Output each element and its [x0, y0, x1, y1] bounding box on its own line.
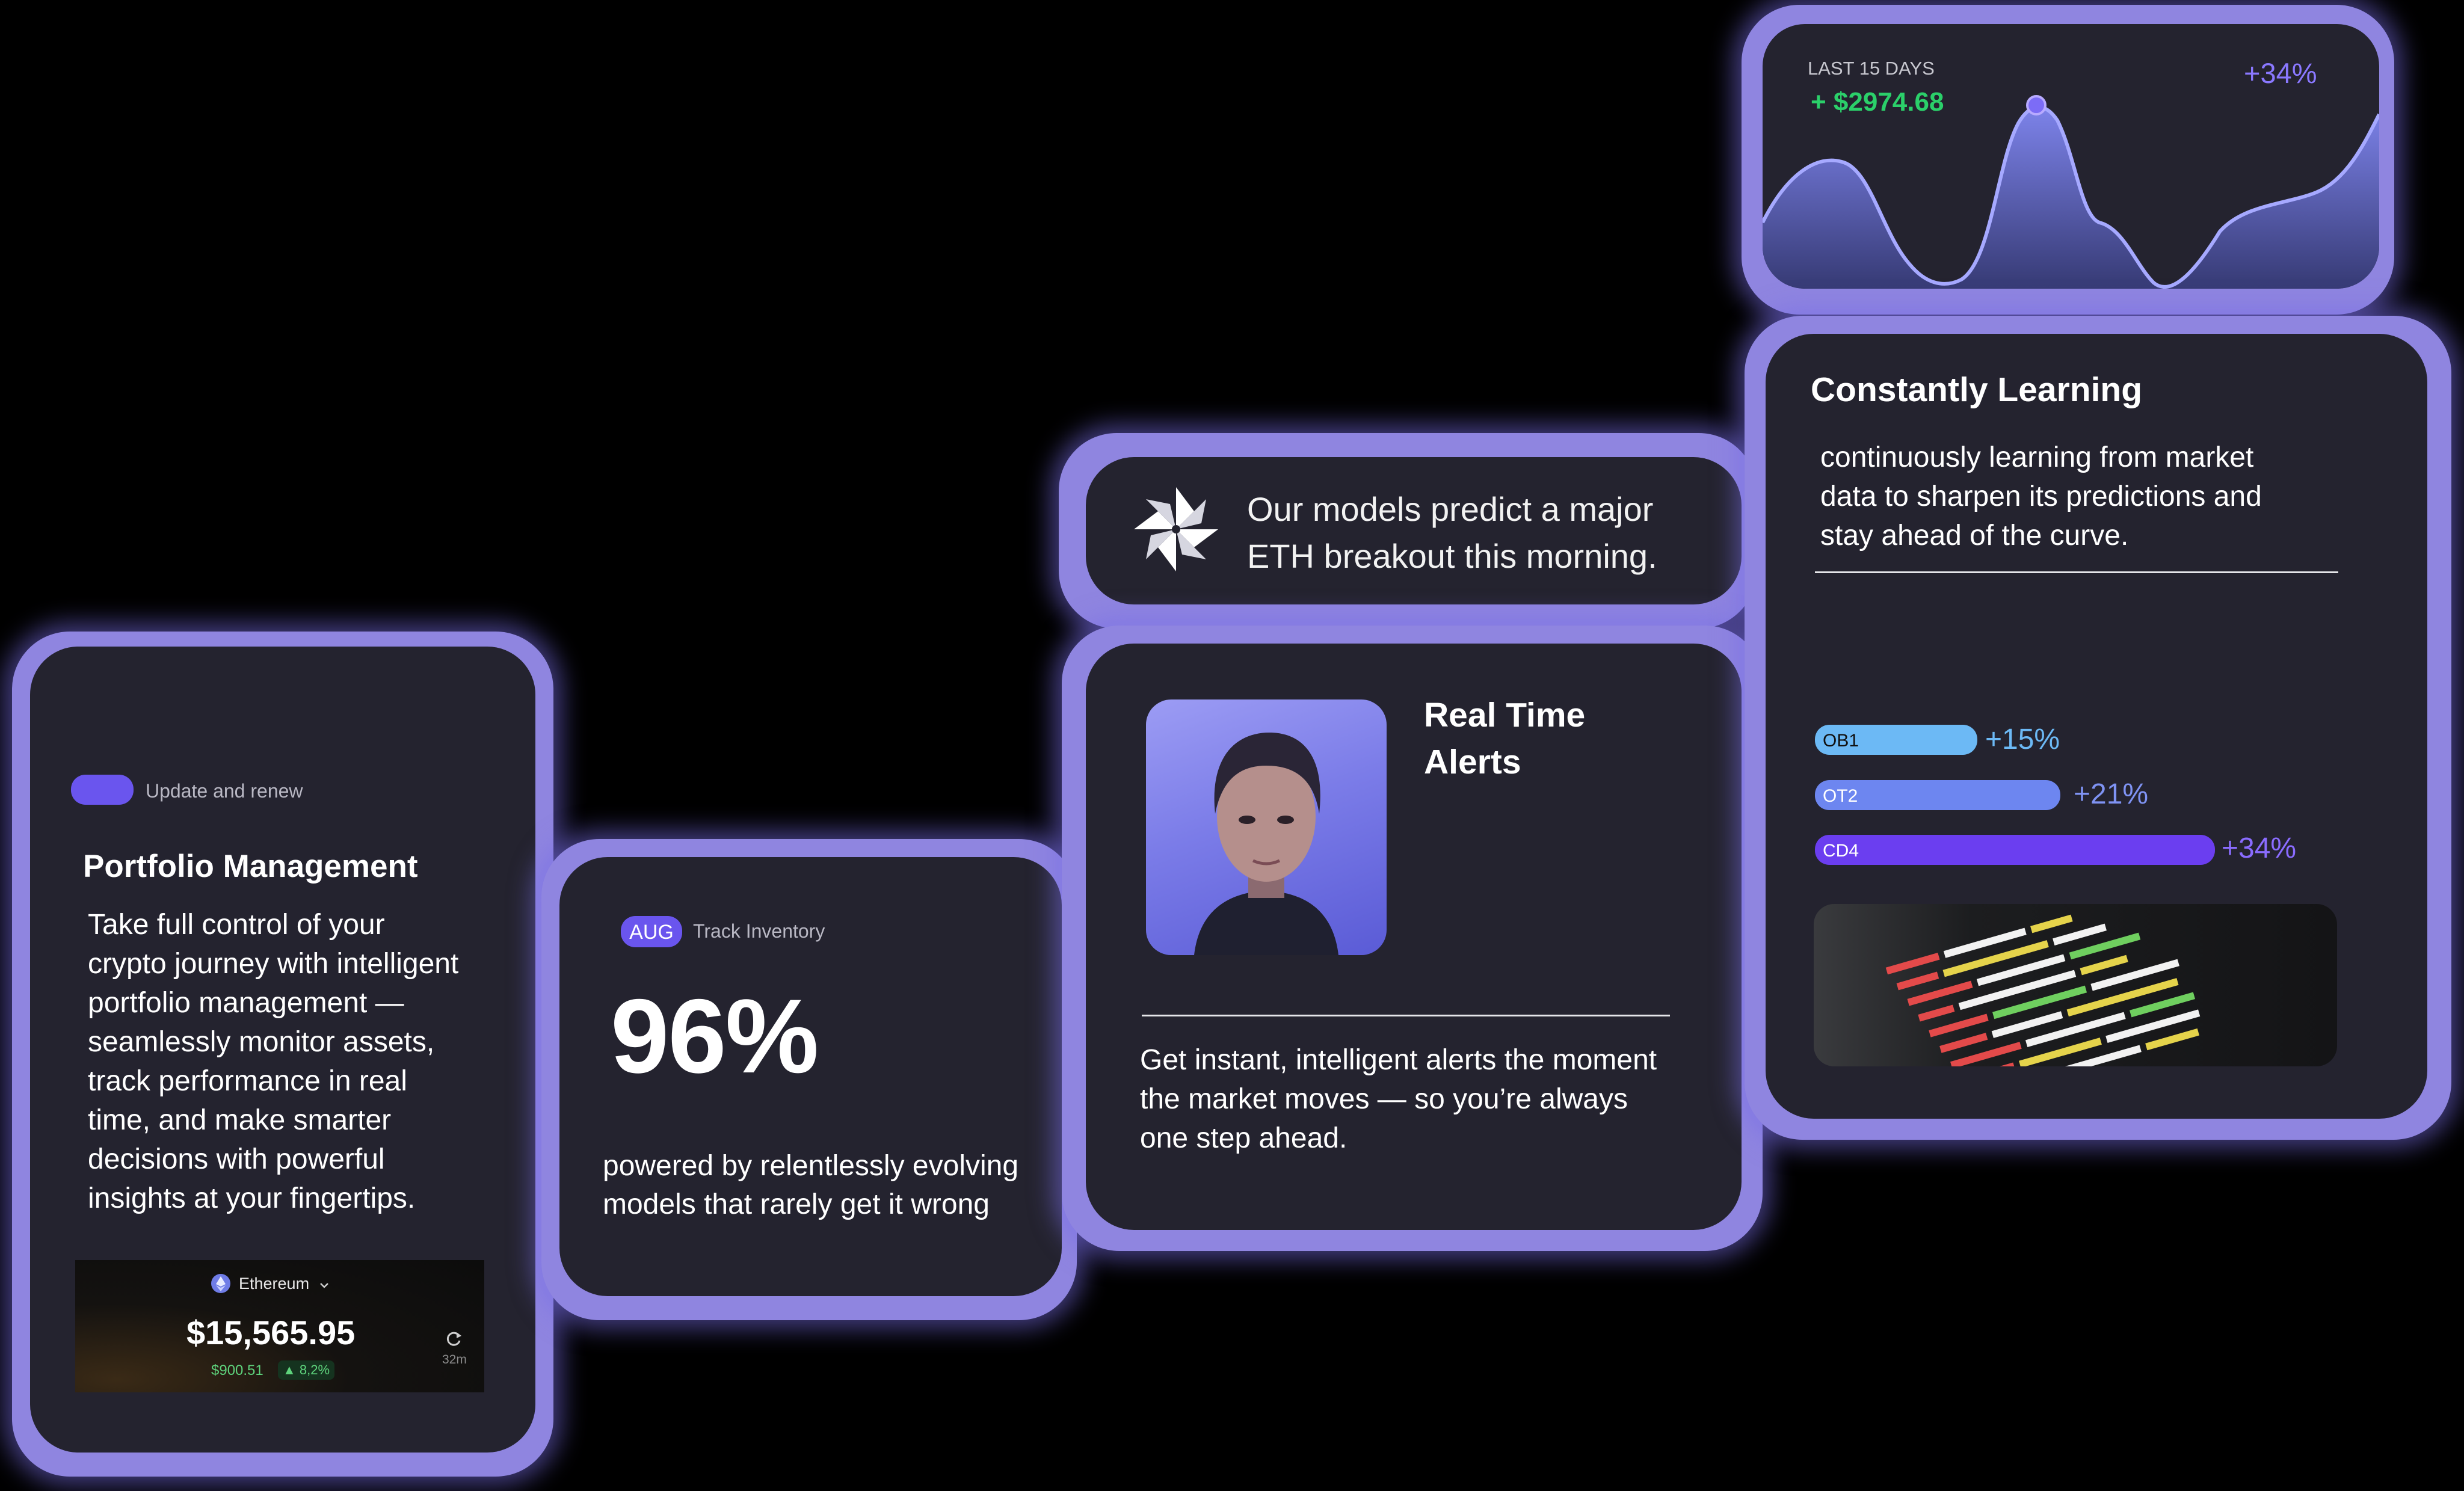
- portfolio-card: Update and renew Portfolio Management Ta…: [30, 647, 535, 1453]
- avatar: [1146, 699, 1387, 955]
- description-line: time, and make smarter: [88, 1104, 392, 1136]
- alerts-description-line: Get instant, intelligent alerts the mome…: [1140, 1044, 1657, 1076]
- inventory-label: Track Inventory: [693, 920, 825, 942]
- prediction-line: Our models predict a major: [1247, 490, 1654, 528]
- update-badge[interactable]: [71, 775, 134, 805]
- prediction-message: Our models predict a major ETH breakout …: [1247, 486, 1657, 580]
- pinwheel-logo: [1134, 487, 1218, 571]
- wallet-time: 32m: [442, 1353, 467, 1366]
- description-line: track performance in real: [88, 1065, 407, 1097]
- chevron-down-icon[interactable]: [319, 1281, 330, 1290]
- inventory-card: AUG Track Inventory 96% powered by relen…: [559, 857, 1062, 1296]
- inventory-percent: 96%: [611, 978, 819, 1095]
- portfolio-description: Take full control of your crypto journey…: [88, 905, 458, 1218]
- description-line: crypto journey with intelligent: [88, 948, 459, 980]
- earnings-card: LAST 15 DAYS + $2974.68 +34%: [1763, 24, 2379, 289]
- alerts-title: Real Time Alerts: [1424, 692, 1585, 785]
- caption-line: models that rarely get it wrong: [603, 1188, 990, 1220]
- peak-point[interactable]: [2026, 95, 2047, 115]
- alerts-card: Real Time Alerts Get instant, intelligen…: [1086, 644, 1742, 1230]
- learning-description-line: data to sharpen its predictions and: [1820, 481, 2262, 512]
- alerts-description-line: the market moves — so you’re always: [1140, 1083, 1628, 1115]
- learning-description-line: stay ahead of the curve.: [1820, 520, 2129, 552]
- description-line: portfolio management —: [88, 987, 404, 1019]
- learning-title: Constantly Learning: [1811, 370, 2143, 409]
- description-line: seamlessly monitor assets,: [88, 1026, 435, 1058]
- description-line: Take full control of your: [88, 909, 385, 941]
- alerts-title-line: Real Time: [1424, 696, 1586, 734]
- ethereum-icon: [211, 1274, 230, 1293]
- wallet-widget[interactable]: Ethereum $15,565.95 $900.51 ▲ 8,2% 32m: [75, 1260, 484, 1392]
- learning-description: continuously learning from market data t…: [1820, 438, 2262, 555]
- learning-description-line: continuously learning from market: [1820, 441, 2254, 473]
- inventory-caption: powered by relentlessly evolving models …: [603, 1147, 1018, 1224]
- alerts-description-line: one step ahead.: [1140, 1122, 1348, 1154]
- alerts-title-line: Alerts: [1424, 743, 1521, 781]
- progress-bar-label: OT2: [1823, 786, 1858, 806]
- wallet-balance: $15,565.95: [186, 1314, 356, 1351]
- wallet-change-value: $900.51: [211, 1362, 263, 1379]
- progress-bar-label: CD4: [1823, 841, 1859, 861]
- portfolio-title: Portfolio Management: [83, 849, 418, 884]
- refresh-icon[interactable]: [443, 1329, 464, 1349]
- description-line: insights at your fingertips.: [88, 1182, 416, 1214]
- learning-card: Constantly Learning continuously learnin…: [1766, 334, 2427, 1119]
- alerts-divider: [1142, 1015, 1670, 1016]
- month-badge-label: AUG: [629, 921, 674, 944]
- portrait-image: [1194, 733, 1338, 955]
- progress-bar-value: +34%: [2222, 832, 2297, 864]
- alerts-description: Get instant, intelligent alerts the mome…: [1140, 1041, 1657, 1158]
- caption-line: powered by relentlessly evolving: [603, 1150, 1019, 1182]
- progress-bar-value: +15%: [1985, 724, 2060, 755]
- prediction-card: Our models predict a major ETH breakout …: [1086, 457, 1742, 604]
- earnings-area-chart: [1763, 95, 2379, 289]
- learning-divider: [1815, 571, 2338, 573]
- prediction-line: ETH breakout this morning.: [1247, 537, 1657, 575]
- code-screenshot-image: [1814, 904, 2337, 1066]
- progress-bar-value: +21%: [2074, 778, 2149, 810]
- update-badge-label: Update and renew: [146, 780, 303, 802]
- wallet-asset-name[interactable]: Ethereum: [239, 1274, 309, 1293]
- progress-bar-label: OB1: [1823, 731, 1859, 751]
- description-line: decisions with powerful: [88, 1143, 385, 1175]
- progress-bar-cd4: [1815, 835, 2215, 865]
- wallet-change-percent: ▲ 8,2%: [278, 1360, 335, 1380]
